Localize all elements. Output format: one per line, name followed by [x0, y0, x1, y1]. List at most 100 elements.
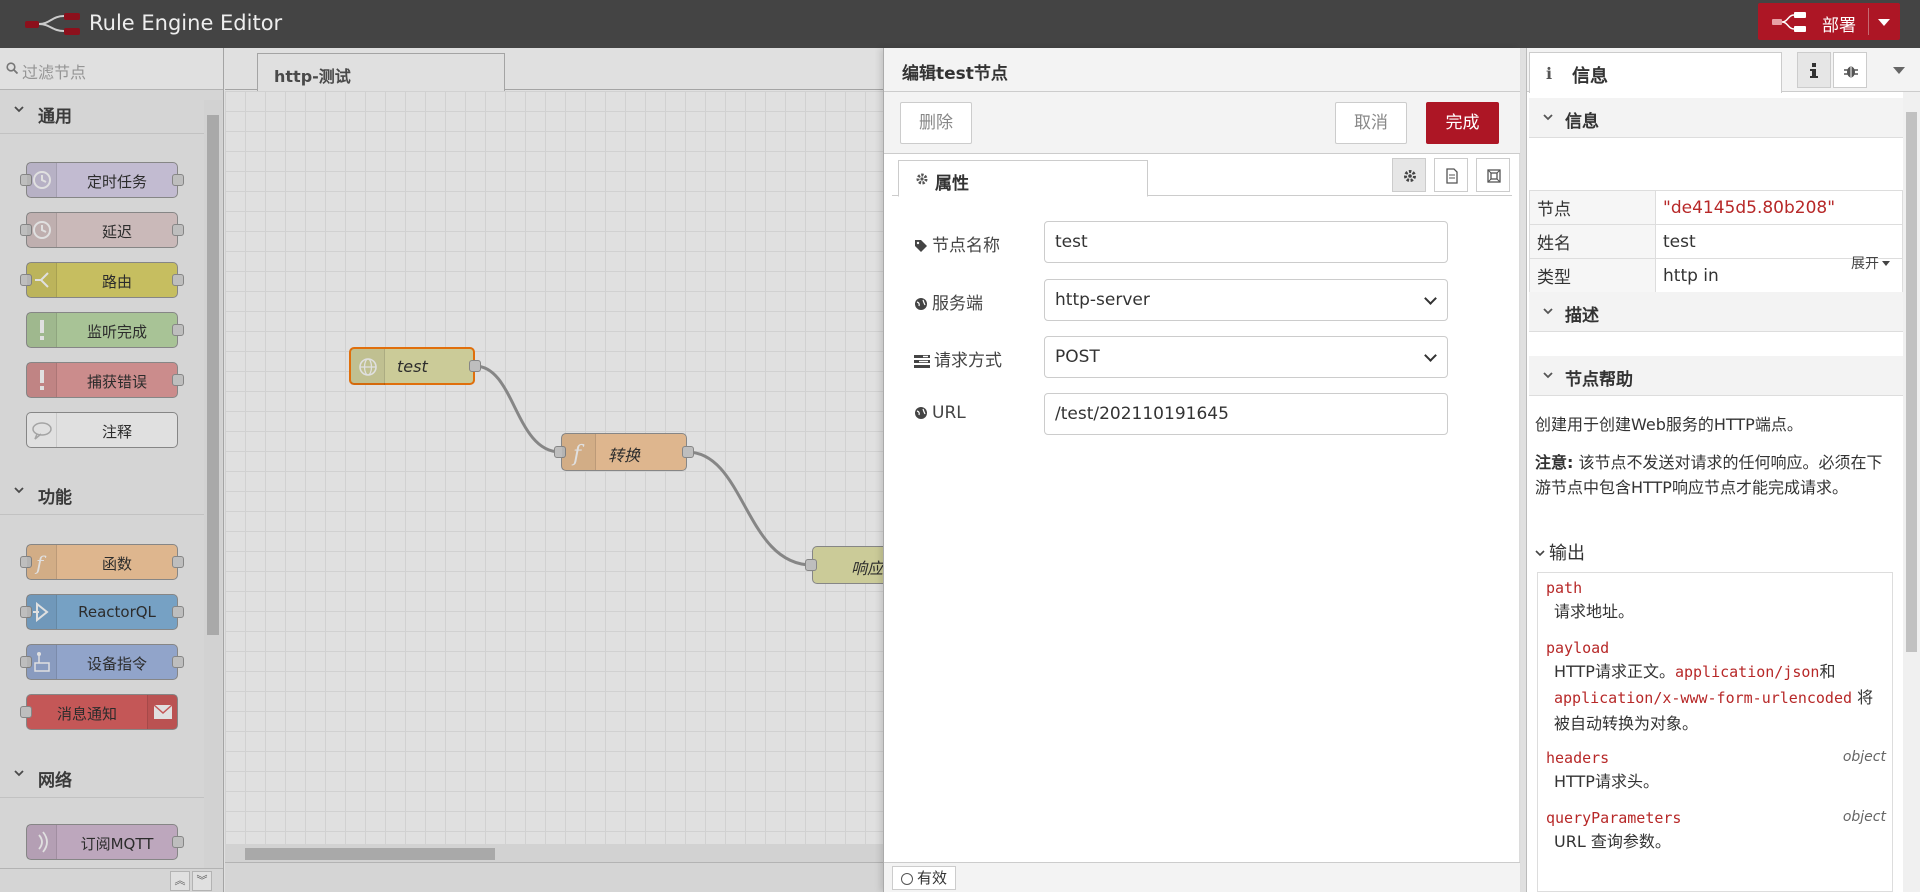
table-row: 类型 http in: [1529, 258, 1903, 293]
caret-down-icon: [1882, 261, 1890, 266]
section-description-header[interactable]: 描述: [1529, 292, 1903, 332]
palette-node-delay[interactable]: 延迟: [20, 212, 184, 248]
delete-button[interactable]: 删除: [900, 102, 972, 144]
alert-icon: [27, 313, 57, 347]
mail-icon: [147, 695, 177, 729]
palette-node-switch[interactable]: 路由: [20, 262, 184, 298]
palette-node-timer[interactable]: 定时任务: [20, 162, 184, 198]
property-key: 节点: [1529, 190, 1656, 225]
node-name-input[interactable]: test: [1044, 221, 1448, 263]
section-help-header[interactable]: 节点帮助: [1529, 356, 1903, 396]
input-port: [805, 559, 817, 571]
dim-overlay: [1519, 48, 1526, 892]
flow-tab[interactable]: http-测试: [257, 53, 505, 91]
scroll-thumb[interactable]: [1906, 112, 1917, 652]
scroll-thumb[interactable]: [245, 848, 495, 860]
flow-node-response[interactable]: 响应: [805, 546, 883, 584]
method-select[interactable]: POST: [1044, 336, 1448, 378]
palette-node-catch[interactable]: 捕获错误: [26, 362, 184, 398]
description-icon[interactable]: [1434, 158, 1468, 192]
output-port: [172, 606, 184, 618]
deploy-label: 部署: [1822, 16, 1856, 36]
workspace: http-测试 test f 转换 响应: [225, 48, 883, 892]
output-port: [172, 374, 184, 386]
gear-icon: [916, 173, 928, 185]
category-label: 网络: [38, 771, 72, 791]
done-button[interactable]: 完成: [1426, 102, 1499, 144]
expand-all-icon[interactable]: ︾: [192, 871, 212, 891]
palette-node-label: 注释: [101, 423, 132, 441]
flow-node-test[interactable]: test: [349, 347, 481, 385]
palette-scrollbar[interactable]: [204, 100, 222, 890]
settings-icon[interactable]: [1392, 158, 1426, 192]
tab-label: 属性: [935, 174, 969, 194]
node-properties-table: 节点 "de4145d5.80b208" 姓名 test 类型 http in: [1529, 190, 1903, 293]
help-note: 注意: 该节点不发送对请求的任何响应。必须在下游节点中包含HTTP响应节点才能完…: [1535, 450, 1895, 500]
palette-node-mqtt-in[interactable]: 订阅MQTT: [26, 824, 184, 860]
help-note-bold: 注意:: [1535, 453, 1574, 472]
palette-category-network[interactable]: 网络: [0, 754, 204, 798]
cancel-button[interactable]: 取消: [1335, 102, 1407, 144]
palette-category-function[interactable]: 功能: [0, 471, 204, 515]
help-intro: 创建用于创建Web服务的HTTP端点。: [1535, 415, 1803, 434]
search-icon: [6, 62, 18, 74]
list-item: queryParameters object URL 查询参数。: [1546, 809, 1886, 854]
output-name: queryParameters: [1546, 809, 1682, 827]
node-editor-tray: 编辑test节点 删除 取消 完成 属性 节点名称 test 服务端 http-…: [883, 48, 1520, 892]
section-label: 节点帮助: [1565, 370, 1633, 390]
tab-info[interactable]: ℹ 信息: [1529, 52, 1782, 93]
server-select-value: http-server: [1055, 290, 1150, 310]
field-node-name: 节点名称 test: [914, 221, 1454, 265]
tab-properties[interactable]: 属性: [898, 160, 1148, 197]
outputs-header[interactable]: 输出: [1535, 539, 1585, 565]
palette-node-function[interactable]: f 函数: [20, 544, 184, 580]
sidebar-scrollbar[interactable]: [1903, 92, 1920, 892]
output-port: [172, 274, 184, 286]
palette-node-reactorql[interactable]: ReactorQL: [20, 594, 184, 630]
palette-node-complete[interactable]: 监听完成: [26, 312, 184, 348]
palette-node-label: 监听完成: [86, 323, 147, 341]
flow-canvas[interactable]: test f 转换 响应: [225, 91, 883, 892]
property-value[interactable]: "de4145d5.80b208": [1655, 190, 1903, 225]
info-icon[interactable]: [1797, 52, 1831, 88]
output-desc: URL 查询参数。: [1554, 832, 1671, 851]
category-label: 功能: [38, 488, 72, 508]
chevron-down-icon: [1543, 308, 1553, 315]
flow-node-transform[interactable]: f 转换: [554, 433, 694, 471]
palette-node-comment[interactable]: 注释: [26, 412, 178, 448]
palette-node-device-command[interactable]: 设备指令: [20, 644, 184, 680]
appearance-icon[interactable]: [1476, 158, 1510, 192]
chevron-down-icon: [1535, 550, 1545, 557]
bug-icon[interactable]: [1833, 52, 1867, 88]
alert-icon: [27, 363, 57, 397]
node-palette: 过滤节点 通用 定时任务 延迟 路由 监听完成 捕获错误 注释 功能 f 函数 …: [0, 48, 224, 892]
palette-filter-placeholder: 过滤节点: [22, 63, 87, 82]
palette-node-label: 路由: [101, 273, 132, 291]
output-name: payload: [1546, 639, 1610, 657]
deploy-menu-caret-icon[interactable]: [1878, 19, 1890, 26]
circle-icon: [901, 873, 913, 885]
wave-icon: [27, 825, 57, 859]
show-more-link[interactable]: 展开: [1851, 253, 1890, 273]
list-item: payload HTTP请求正文。application/json和 appli…: [1546, 639, 1886, 736]
workspace-footer: [225, 862, 883, 892]
sidebar-menu-caret-icon[interactable]: [1893, 67, 1905, 74]
function-icon: f: [562, 434, 596, 470]
deploy-button[interactable]: 部署: [1758, 3, 1900, 40]
comment-icon: [27, 413, 57, 447]
chevron-down-icon: [1543, 114, 1553, 121]
palette-node-notify[interactable]: 消息通知: [20, 694, 178, 730]
tab-label: 信息: [1572, 66, 1608, 87]
collapse-all-icon[interactable]: ︽: [170, 871, 190, 891]
url-input[interactable]: /test/202110191645: [1044, 393, 1448, 435]
palette-filter[interactable]: 过滤节点: [0, 48, 223, 90]
canvas-hscrollbar[interactable]: [225, 844, 883, 862]
palette-category-general[interactable]: 通用: [0, 90, 204, 134]
section-info-header[interactable]: 信息: [1529, 98, 1903, 138]
palette-node-label: ReactorQL: [78, 603, 156, 621]
outputs-list: path 请求地址。 payload HTTP请求正文。application/…: [1537, 572, 1893, 892]
node-enabled-toggle[interactable]: 有效: [892, 866, 957, 890]
scroll-thumb[interactable]: [207, 115, 219, 635]
deploy-separator: [1868, 8, 1869, 35]
server-select[interactable]: http-server: [1044, 279, 1448, 321]
